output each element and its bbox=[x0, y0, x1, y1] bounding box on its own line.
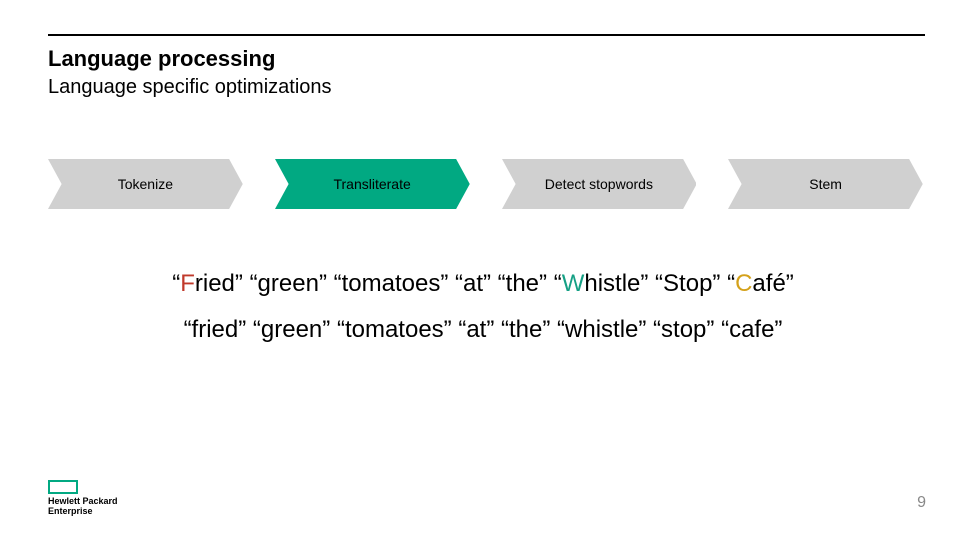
pipeline-step-label: Stem bbox=[809, 176, 842, 192]
pipeline-step-label: Tokenize bbox=[118, 176, 173, 192]
line2-token: “tomatoes” bbox=[337, 316, 452, 343]
line2-token: “cafe” bbox=[721, 316, 782, 343]
slide-title: Language processing bbox=[48, 46, 275, 72]
line2-token: “stop” bbox=[653, 316, 714, 343]
line1-token: “green” bbox=[250, 270, 327, 297]
pipeline-step: Detect stopwords bbox=[502, 159, 697, 209]
line1-token: “at” bbox=[455, 270, 491, 297]
pipeline-step-label: Detect stopwords bbox=[545, 176, 653, 192]
pipeline-step: Stem bbox=[728, 159, 923, 209]
line2-token: “at” bbox=[458, 316, 494, 343]
example-line-1: “Fried” “green” “tomatoes” “at” “the” “W… bbox=[172, 270, 794, 297]
line1-token: “Café” bbox=[727, 270, 794, 297]
example-lines: “Fried” “green” “tomatoes” “at” “the” “W… bbox=[48, 262, 918, 353]
example-line-2: “fried” “green” “tomatoes” “at” “the” “w… bbox=[184, 316, 783, 343]
pipeline-steps: Tokenize Transliterate Detect stopwords Ste… bbox=[48, 159, 923, 209]
pipeline-step-label: Transliterate bbox=[333, 176, 410, 192]
line2-token: “the” bbox=[501, 316, 550, 343]
line2-token: “green” bbox=[253, 316, 330, 343]
pipeline-step: Tokenize bbox=[48, 159, 243, 209]
slide-subtitle: Language specific optimizations bbox=[48, 76, 332, 99]
line1-token: “Fried” bbox=[172, 270, 243, 297]
pipeline-step: Transliterate bbox=[275, 159, 470, 209]
page-number: 9 bbox=[917, 494, 926, 512]
line1-token: “the” bbox=[498, 270, 547, 297]
hpe-logo: Hewlett Packard Enterprise bbox=[48, 480, 118, 516]
line2-token: “whistle” bbox=[557, 316, 646, 343]
line2-token: “fried” bbox=[184, 316, 247, 343]
slide: Language processing Language specific op… bbox=[0, 0, 960, 540]
hpe-logo-text-2: Enterprise bbox=[48, 507, 118, 516]
line1-token: “Stop” bbox=[655, 270, 720, 297]
line1-token: “Whistle” bbox=[554, 270, 649, 297]
top-rule bbox=[48, 34, 925, 36]
line1-token: “tomatoes” bbox=[334, 270, 449, 297]
hpe-logo-box-icon bbox=[48, 480, 78, 494]
